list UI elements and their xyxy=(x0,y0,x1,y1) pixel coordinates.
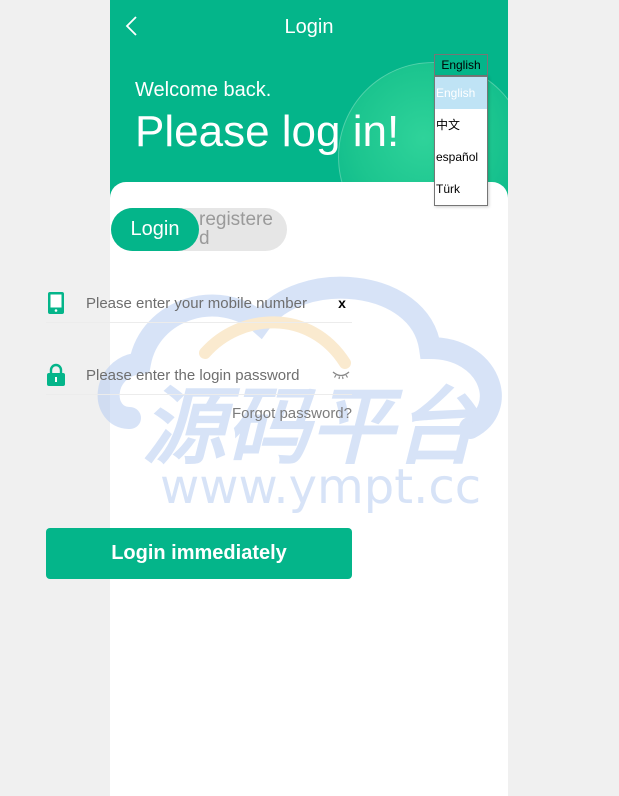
welcome-text: Welcome back. xyxy=(135,79,272,101)
password-field xyxy=(46,355,352,395)
tab-login[interactable]: Login xyxy=(111,208,199,251)
password-input[interactable] xyxy=(86,355,316,395)
language-option-chinese[interactable]: 中文 xyxy=(435,109,487,141)
mobile-field: x xyxy=(46,283,352,323)
login-button[interactable]: Login immediately xyxy=(46,528,352,579)
language-option-spanish[interactable]: español xyxy=(435,141,487,173)
login-card xyxy=(110,182,508,796)
language-select[interactable]: English xyxy=(434,54,488,76)
headline-text: Please log in! xyxy=(135,107,400,156)
language-option-english[interactable]: English xyxy=(435,77,487,109)
forgot-password-link[interactable]: Forgot password? xyxy=(200,404,352,424)
clear-button[interactable]: x xyxy=(334,293,350,313)
language-dropdown: English 中文 español Türk xyxy=(434,76,488,206)
tab-register[interactable]: registered xyxy=(199,210,283,248)
lock-icon xyxy=(47,363,65,386)
mobile-input[interactable] xyxy=(86,283,316,323)
eye-closed-icon[interactable] xyxy=(332,367,350,381)
page-title: Login xyxy=(284,16,334,38)
language-option-turkish[interactable]: Türk xyxy=(435,173,487,205)
phone-icon xyxy=(48,292,64,314)
